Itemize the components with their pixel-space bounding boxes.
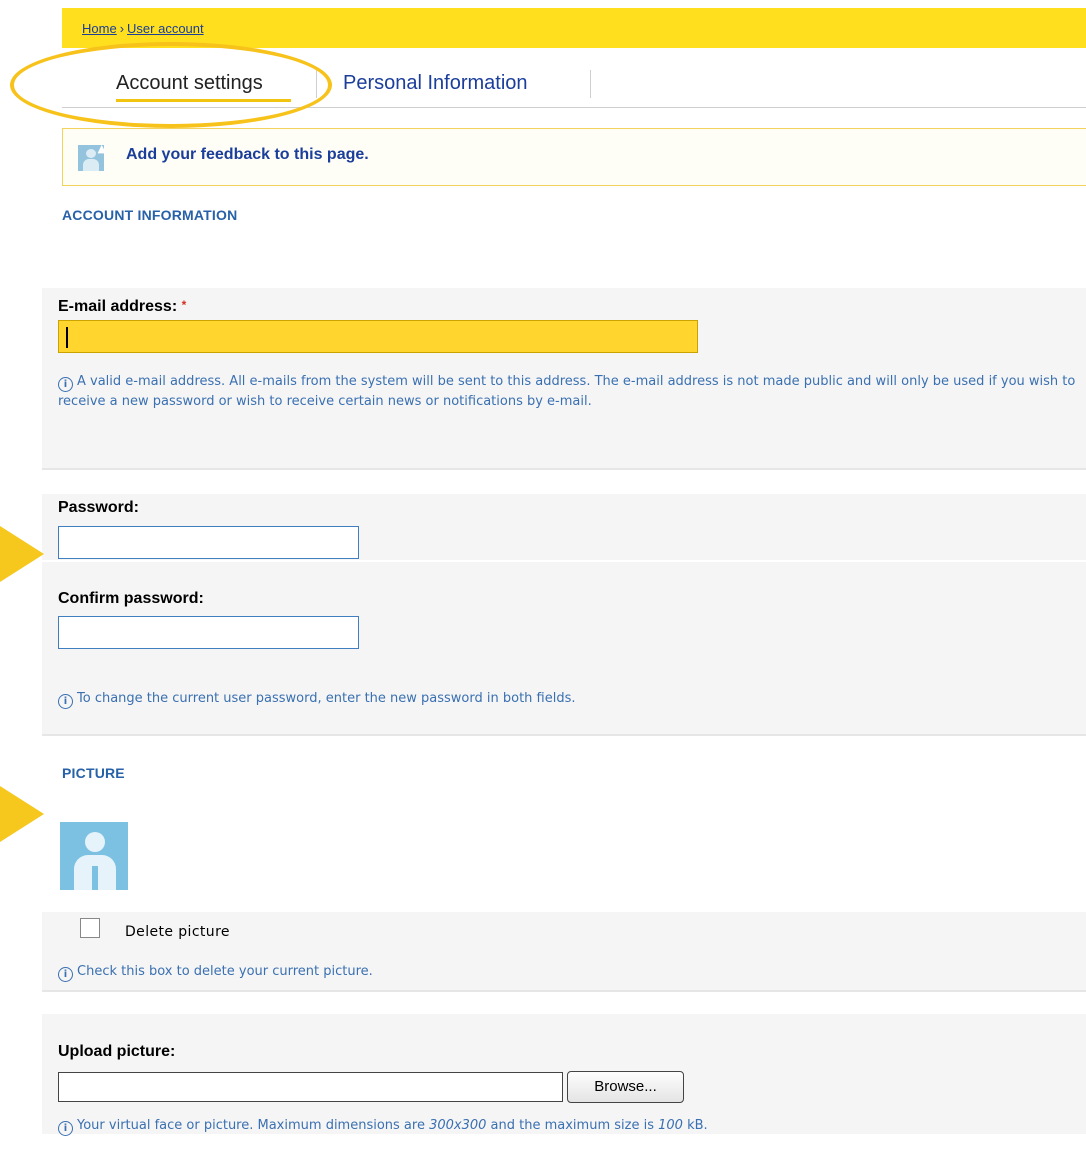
confirm-password-input[interactable] bbox=[58, 616, 359, 649]
annotation-arrow-picture bbox=[0, 786, 44, 842]
tab-account-settings[interactable]: Account settings bbox=[116, 72, 263, 95]
divider bbox=[42, 990, 1086, 992]
email-help-text: iA valid e-mail address. All e-mails fro… bbox=[58, 374, 1076, 409]
upload-file-input[interactable] bbox=[58, 1072, 563, 1102]
tab-separator bbox=[590, 70, 591, 98]
account-information-heading: ACCOUNT INFORMATION bbox=[62, 207, 238, 223]
email-label: E-mail address: * bbox=[58, 298, 187, 315]
divider bbox=[42, 734, 1086, 736]
info-icon: i bbox=[58, 377, 73, 392]
info-icon: i bbox=[58, 967, 73, 982]
delete-picture-checkbox[interactable] bbox=[80, 918, 100, 938]
confirm-password-label: Confirm password: bbox=[58, 590, 204, 607]
tab-personal-information[interactable]: Personal Information bbox=[343, 72, 528, 95]
delete-picture-help-text: i Check this box to delete your current p… bbox=[58, 962, 373, 982]
breadcrumb-home-link[interactable]: Home bbox=[82, 21, 117, 36]
info-icon: i bbox=[58, 694, 73, 709]
picture-heading: PICTURE bbox=[62, 765, 125, 781]
breadcrumb-separator: › bbox=[119, 21, 125, 36]
breadcrumb-bar bbox=[62, 8, 1086, 48]
info-icon: i bbox=[58, 1121, 73, 1136]
tabs-bottom-border bbox=[62, 107, 1086, 108]
max-size: 100 bbox=[658, 1118, 683, 1133]
breadcrumb-current-link[interactable]: User account bbox=[127, 21, 204, 36]
divider bbox=[42, 468, 1086, 470]
annotation-arrow-password bbox=[0, 526, 44, 582]
feedback-box[interactable]: ▲ Add your feedback to this page. bbox=[62, 128, 1086, 186]
text-caret bbox=[66, 327, 68, 348]
password-label: Password: bbox=[58, 499, 139, 516]
feedback-user-icon: ▲ bbox=[78, 142, 106, 171]
required-mark: * bbox=[181, 298, 187, 312]
password-input[interactable] bbox=[58, 526, 359, 559]
tab-separator bbox=[316, 70, 317, 98]
active-tab-indicator bbox=[116, 99, 291, 102]
upload-picture-label: Upload picture: bbox=[58, 1043, 176, 1060]
password-help-text: i To change the current user password, en… bbox=[58, 689, 576, 709]
feedback-link[interactable]: Add your feedback to this page. bbox=[126, 146, 369, 164]
email-input[interactable] bbox=[58, 320, 698, 353]
delete-picture-label[interactable]: Delete picture bbox=[125, 924, 230, 940]
max-dimensions: 300x300 bbox=[429, 1118, 487, 1133]
browse-button[interactable]: Browse... bbox=[567, 1071, 684, 1103]
breadcrumb: Home › User account bbox=[82, 21, 204, 36]
upload-picture-help-text: i Your virtual face or picture. Maximum d… bbox=[58, 1116, 708, 1136]
user-picture-avatar bbox=[60, 822, 128, 890]
